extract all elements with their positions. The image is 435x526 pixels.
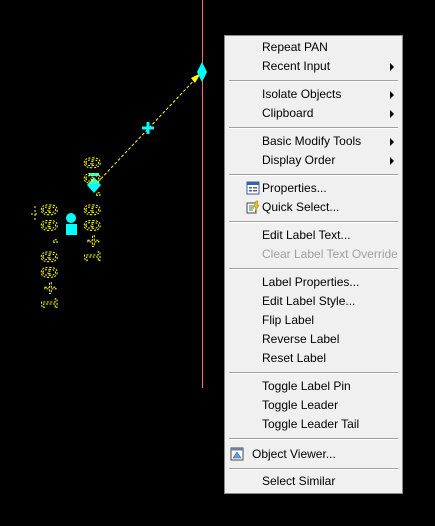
menu-item-quick-select[interactable]: Quick Select... [225, 198, 402, 217]
menu-item-label: Properties... [262, 181, 327, 195]
grip-cross-mid[interactable] [142, 122, 154, 134]
grip-square[interactable] [66, 224, 77, 235]
menu-item-label: Select Similar [262, 474, 336, 488]
menu-item-repeat-pan[interactable]: Repeat PAN [225, 38, 402, 57]
context-menu: Repeat PAN Recent Input Isolate Objects … [224, 35, 403, 494]
menu-item-label: Toggle Leader [262, 398, 339, 412]
menu-item-label: Edit Label Style... [262, 294, 356, 308]
menu-item-label-properties[interactable]: Label Properties... [225, 273, 402, 292]
menu-item-basic-modify-tools[interactable]: Basic Modify Tools [225, 132, 402, 151]
menu-item-toggle-label-pin[interactable]: Toggle Label Pin [225, 377, 402, 396]
menu-separator [229, 268, 398, 270]
station-label-left[interactable]: 1+00.00 [38, 200, 63, 311]
menu-item-label: Object Viewer... [252, 447, 336, 461]
menu-item-properties[interactable]: Properties... [225, 179, 402, 198]
grip-diamond-top[interactable] [197, 62, 207, 82]
menu-item-display-order[interactable]: Display Order [225, 151, 402, 170]
menu-item-label: Display Order [262, 153, 336, 167]
menu-item-label: Quick Select... [262, 200, 340, 214]
station-label-right[interactable]: 1+00.00 [81, 153, 106, 264]
menu-separator [229, 80, 398, 82]
menu-item-label: Clipboard [262, 106, 314, 120]
menu-separator [229, 372, 398, 374]
menu-item-reverse-label[interactable]: Reverse Label [225, 330, 402, 349]
menu-item-object-viewer[interactable]: Object Viewer... [225, 445, 402, 464]
submenu-arrow-icon [390, 110, 394, 118]
menu-item-clear-label-text-override: Clear Label Text Override [225, 245, 402, 264]
menu-item-edit-label-text[interactable]: Edit Label Text... [225, 226, 402, 245]
menu-separator [229, 221, 398, 223]
menu-item-label: Flip Label [262, 313, 315, 327]
menu-item-select-similar[interactable]: Select Similar [225, 472, 402, 491]
menu-item-label: Repeat PAN [262, 40, 328, 54]
menu-item-label: Reverse Label [262, 332, 340, 346]
menu-item-label: Label Properties... [262, 275, 360, 289]
grip-circle[interactable] [66, 213, 76, 223]
properties-icon [246, 181, 260, 195]
menu-item-label: Edit Label Text... [262, 228, 351, 242]
menu-item-label: Recent Input [262, 59, 331, 73]
menu-separator [229, 174, 398, 176]
menu-item-reset-label[interactable]: Reset Label [225, 349, 402, 368]
menu-item-label: Basic Modify Tools [262, 134, 362, 148]
menu-separator [229, 127, 398, 129]
menu-item-toggle-leader-tail[interactable]: Toggle Leader Tail [225, 415, 402, 434]
menu-item-label: Isolate Objects [262, 87, 342, 101]
menu-separator [229, 468, 398, 470]
menu-item-label: Reset Label [262, 351, 327, 365]
menu-separator [229, 438, 398, 440]
menu-item-label: Toggle Label Pin [262, 379, 351, 393]
menu-item-recent-input[interactable]: Recent Input [225, 57, 402, 76]
menu-item-label: Toggle Leader Tail [262, 417, 360, 431]
menu-item-toggle-leader[interactable]: Toggle Leader [225, 396, 402, 415]
submenu-arrow-icon [390, 157, 394, 165]
menu-item-edit-label-style[interactable]: Edit Label Style... [225, 292, 402, 311]
menu-item-label: Clear Label Text Override [262, 247, 398, 261]
submenu-arrow-icon [390, 63, 394, 71]
quick-select-icon [246, 200, 260, 214]
submenu-arrow-icon [390, 91, 394, 99]
object-viewer-icon [230, 447, 244, 461]
submenu-arrow-icon [390, 138, 394, 146]
menu-item-flip-label[interactable]: Flip Label [225, 311, 402, 330]
menu-item-clipboard[interactable]: Clipboard [225, 104, 402, 123]
menu-item-isolate-objects[interactable]: Isolate Objects [225, 85, 402, 104]
